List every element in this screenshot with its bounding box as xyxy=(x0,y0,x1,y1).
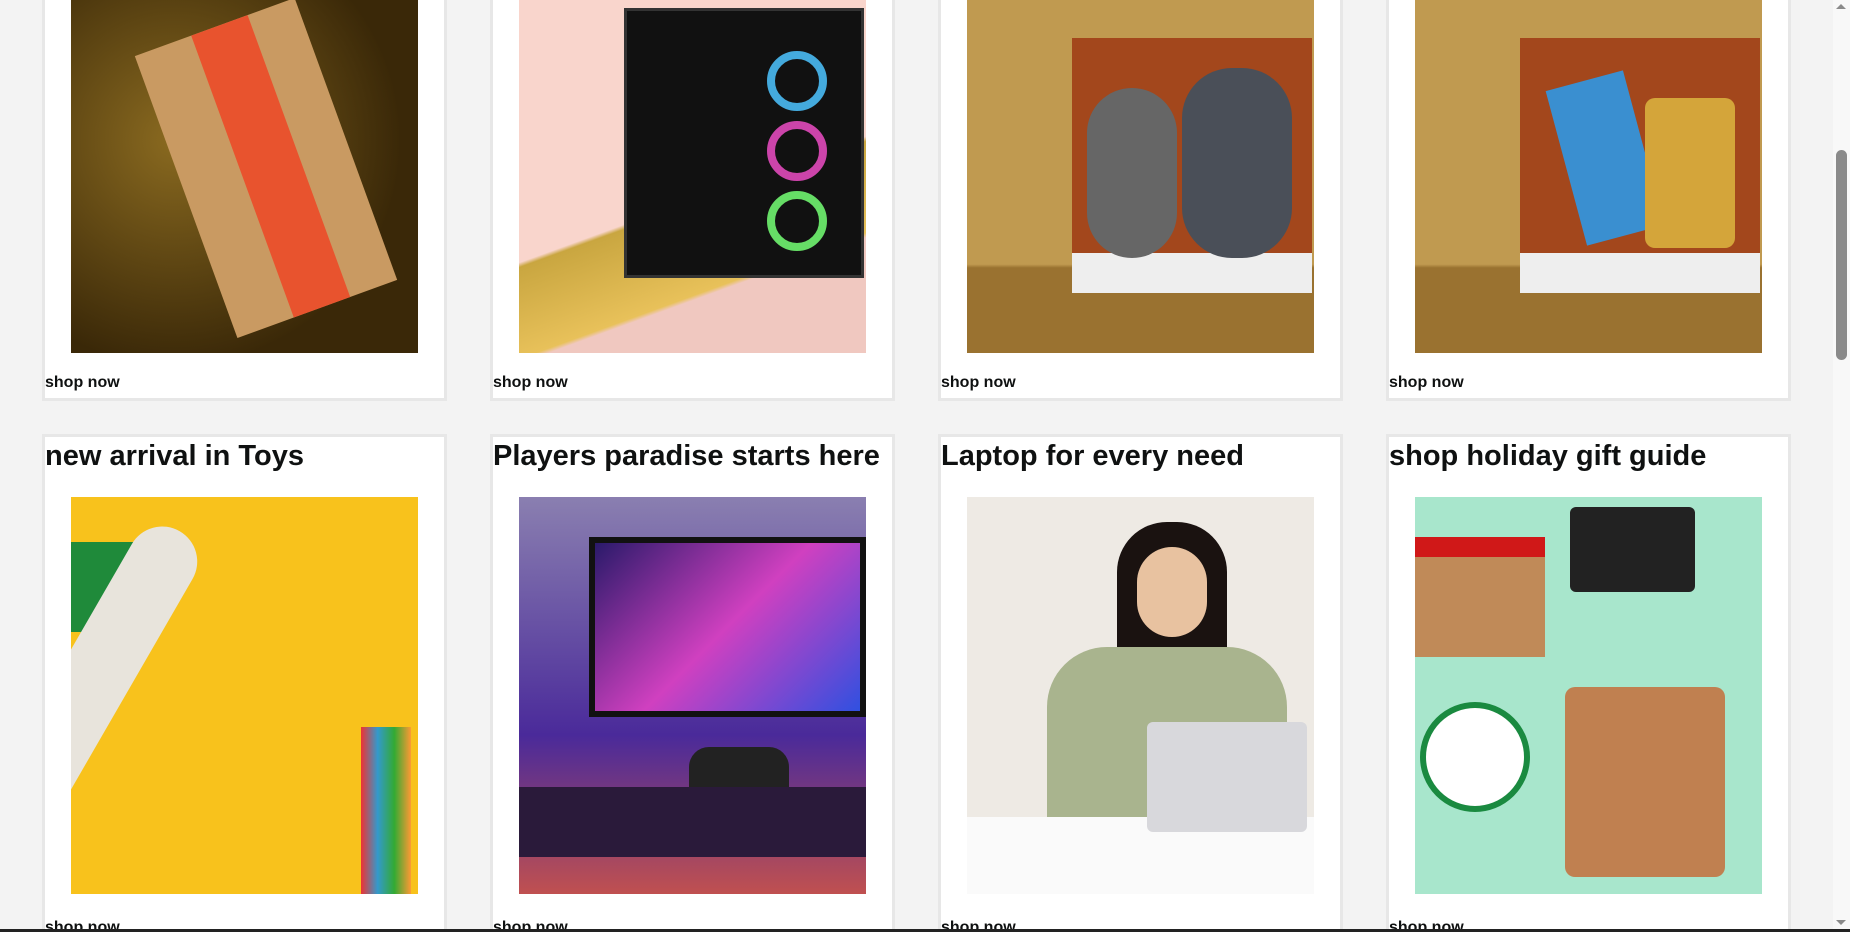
vertical-scrollbar[interactable] xyxy=(1833,0,1850,929)
shop-now-link[interactable]: shop now xyxy=(493,374,568,392)
card-title: Laptop for every need xyxy=(941,440,1244,472)
scroll-up-arrow-icon[interactable] xyxy=(1836,4,1846,9)
category-card: new arrival in Toys shop now xyxy=(42,434,447,932)
product-card: shop now xyxy=(490,0,895,401)
card-title: new arrival in Toys xyxy=(45,440,304,472)
laptop-woman-image[interactable] xyxy=(967,497,1314,894)
card-title: shop holiday gift guide xyxy=(1389,440,1707,472)
gift-box-image[interactable] xyxy=(1415,0,1762,353)
plush-toys-image[interactable] xyxy=(967,0,1314,353)
gaming-pc-image[interactable] xyxy=(519,0,866,353)
scrollbar-thumb[interactable] xyxy=(1836,150,1847,360)
shop-now-link[interactable]: shop now xyxy=(1389,374,1464,392)
card-title: Players paradise starts here xyxy=(493,440,880,472)
product-card: shop now xyxy=(938,0,1343,401)
category-card: Players paradise starts here shop now xyxy=(490,434,895,932)
shop-now-link[interactable]: shop now xyxy=(45,374,120,392)
category-card: shop holiday gift guide shop now xyxy=(1386,434,1791,932)
product-card: shop now xyxy=(1386,0,1791,401)
amazon-box-image[interactable] xyxy=(71,0,418,353)
shop-now-link[interactable]: shop now xyxy=(941,374,1016,392)
scroll-down-arrow-icon[interactable] xyxy=(1836,920,1846,925)
toy-airplane-image[interactable] xyxy=(71,497,418,894)
gaming-image[interactable] xyxy=(519,497,866,894)
category-card: Laptop for every need shop now xyxy=(938,434,1343,932)
holiday-gift-image[interactable] xyxy=(1415,497,1762,894)
product-card: shop now xyxy=(42,0,447,401)
